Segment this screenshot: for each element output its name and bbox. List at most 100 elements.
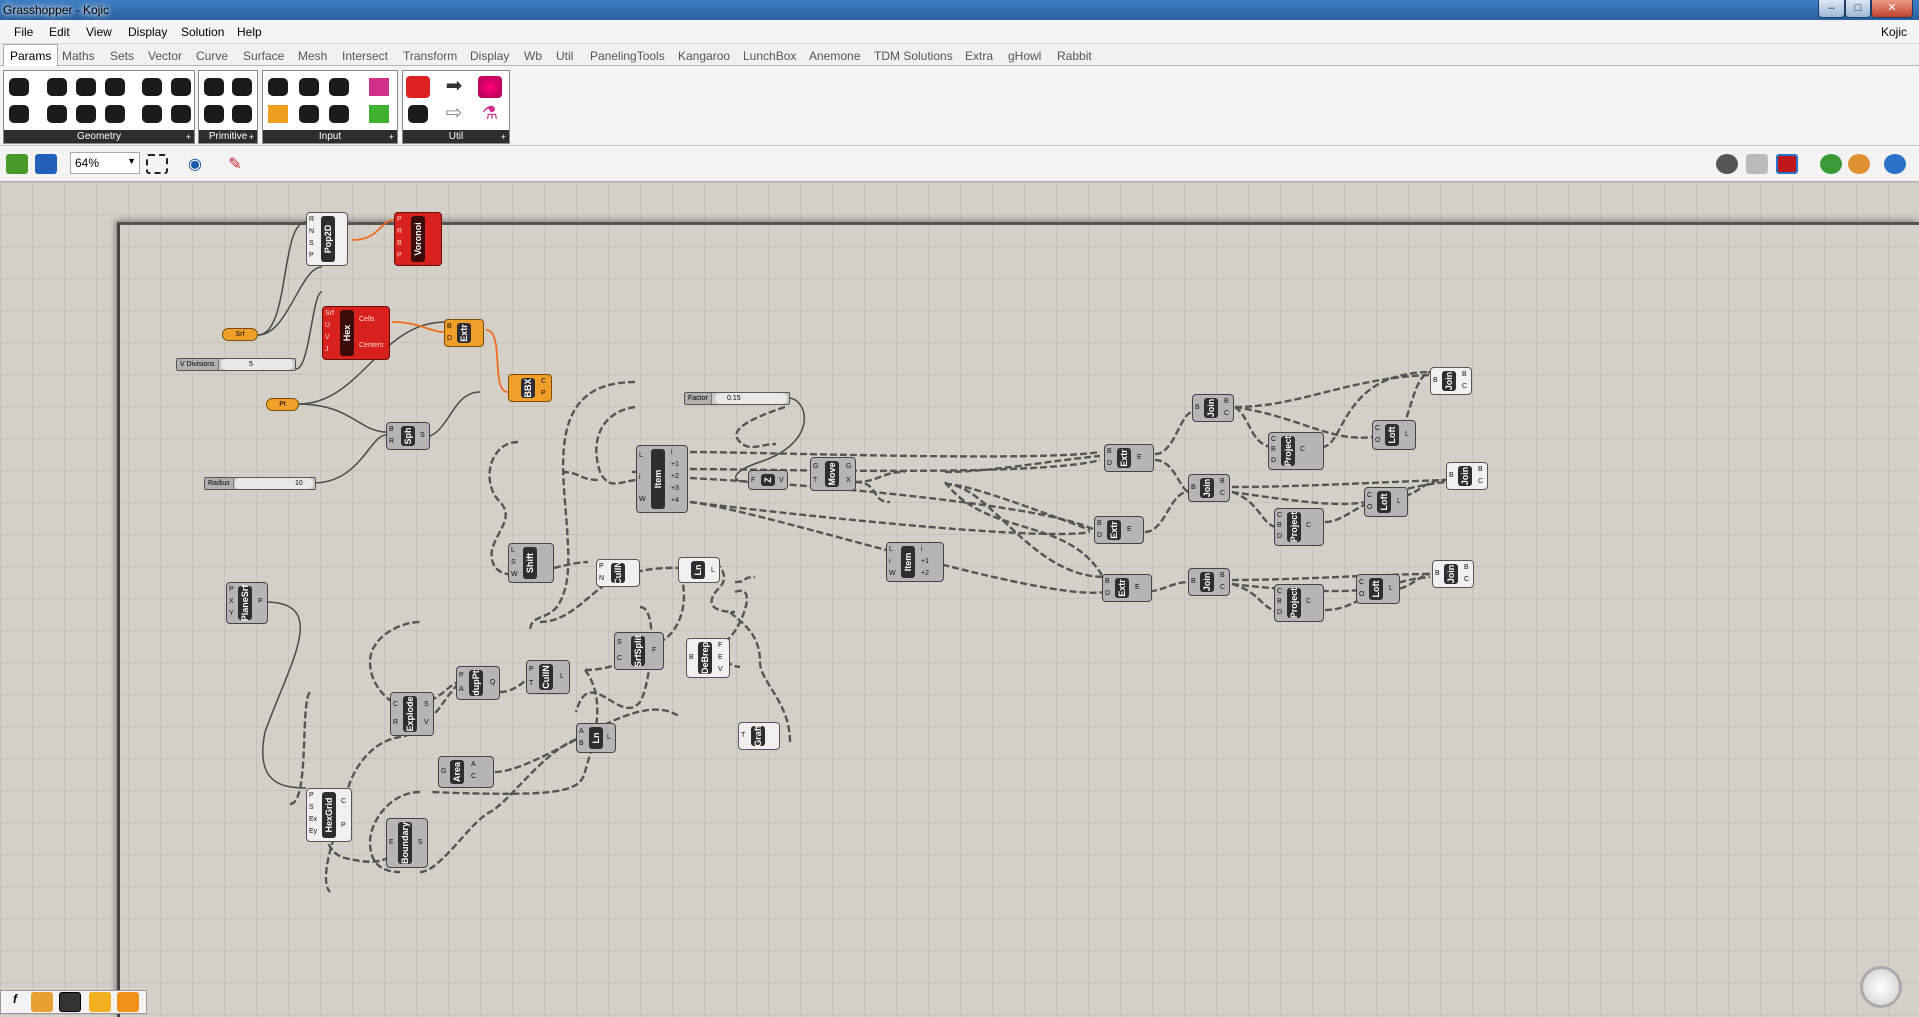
boolean-param-icon[interactable] <box>202 76 226 98</box>
extr-node[interactable]: B D Extr <box>444 319 484 347</box>
item-node[interactable]: L i W Item i +1 +2 <box>886 542 944 582</box>
sph-node[interactable]: B R Sph S <box>386 422 430 450</box>
arrow-outline-icon[interactable]: ⇨ <box>442 103 466 125</box>
open-file-icon[interactable] <box>6 154 28 174</box>
extr-node[interactable]: B D Extr E <box>1102 574 1152 602</box>
tab-wb[interactable]: Wb <box>524 49 542 63</box>
graft-node[interactable]: T Graft <box>738 722 780 750</box>
tab-panelingtools[interactable]: PanelingTools <box>590 49 665 63</box>
arrow-right-icon[interactable]: ➡ <box>442 76 466 98</box>
sketch-icon[interactable]: ✎ <box>224 154 246 174</box>
loft-node[interactable]: C O Loft L <box>1372 420 1416 450</box>
flask-icon[interactable]: ⚗ <box>478 103 502 125</box>
curve-param-icon[interactable] <box>74 76 98 98</box>
tab-surface[interactable]: Surface <box>243 49 284 63</box>
tab-extra[interactable]: Extra <box>965 49 993 63</box>
value-list-icon[interactable] <box>327 103 351 125</box>
box-param-icon[interactable] <box>169 103 193 125</box>
sphere-icon[interactable] <box>478 76 502 98</box>
tab-transform[interactable]: Transform <box>403 49 457 63</box>
pen-icon[interactable] <box>31 992 53 1012</box>
expand-icon[interactable]: + <box>186 132 191 142</box>
geometry-param-icon[interactable] <box>7 76 31 98</box>
tab-kangaroo[interactable]: Kangaroo <box>678 49 730 63</box>
v-divisions-slider[interactable]: V Divisions 5 <box>176 358 296 371</box>
menu-display[interactable]: Display <box>128 25 167 39</box>
button-icon[interactable] <box>297 103 321 125</box>
pt-param[interactable]: Pt <box>266 398 299 411</box>
minimize-button[interactable]: – <box>1818 0 1845 18</box>
join-node[interactable]: B Join B C <box>1446 462 1488 490</box>
tab-anemone[interactable]: Anemone <box>809 49 860 63</box>
join-node[interactable]: B Join B C <box>1430 367 1472 395</box>
brep-param-icon[interactable] <box>45 103 69 125</box>
tab-mesh[interactable]: Mesh <box>298 49 327 63</box>
clip-icon[interactable] <box>89 992 111 1012</box>
tab-lunchbox[interactable]: LunchBox <box>743 49 796 63</box>
slider-rail[interactable] <box>221 359 293 370</box>
wireframe-preview-icon[interactable] <box>1746 154 1768 174</box>
tab-sets[interactable]: Sets <box>110 49 134 63</box>
panel-icon[interactable] <box>297 76 321 98</box>
zoom-select[interactable]: 64% ▼ <box>70 152 140 174</box>
gradient-icon[interactable] <box>367 76 391 98</box>
tab-intersect[interactable]: Intersect <box>342 49 388 63</box>
tab-maths[interactable]: Maths <box>62 49 95 63</box>
join-node[interactable]: B Join B C <box>1192 394 1234 422</box>
item-node[interactable]: L i W Item i +1 +2 +3 +4 <box>636 445 688 513</box>
field-param-icon[interactable] <box>169 76 193 98</box>
pop2d-node[interactable]: R N S P Pop2D <box>306 212 348 266</box>
tab-params[interactable]: Params <box>3 44 59 67</box>
project-node[interactable]: C B D Project C <box>1268 432 1324 470</box>
circle-param-icon[interactable] <box>45 76 69 98</box>
download-icon[interactable] <box>59 992 81 1012</box>
toggle-icon[interactable] <box>266 76 290 98</box>
bbx-node[interactable]: BBX C P <box>508 374 552 402</box>
voronoi-node[interactable]: P R B P Voronoi <box>394 212 442 266</box>
shaded-preview-icon[interactable] <box>1776 154 1798 174</box>
navigation-compass-icon[interactable] <box>1860 966 1902 1008</box>
loft-node[interactable]: C O Loft L <box>1364 487 1408 517</box>
srfsplit-node[interactable]: S C SrfSplit F <box>614 632 664 670</box>
point-param-icon[interactable] <box>74 103 98 125</box>
z-node[interactable]: F Z V <box>748 470 788 490</box>
maximize-button[interactable]: □ <box>1845 0 1871 18</box>
tab-display[interactable]: Display <box>470 49 509 63</box>
extr-node[interactable]: B D Extr E <box>1094 516 1144 544</box>
tab-vector[interactable]: Vector <box>148 49 182 63</box>
culln-node[interactable]: P T CullN L <box>526 660 570 694</box>
surface-param-icon[interactable] <box>103 76 127 98</box>
area-node[interactable]: G Area A C <box>438 756 494 788</box>
extr-node[interactable]: B D Extr E <box>1104 444 1154 472</box>
text-param-icon[interactable] <box>230 103 254 125</box>
expand-icon[interactable]: + <box>501 132 506 142</box>
selected-only-icon[interactable] <box>1820 154 1842 174</box>
tab-ghowl[interactable]: gHowl <box>1008 49 1041 63</box>
zoom-extents-icon[interactable] <box>146 154 168 174</box>
join-node[interactable]: B Join B C <box>1188 568 1230 596</box>
planesrf-node[interactable]: P X Y PlaneSrf P <box>226 582 268 624</box>
matrix-icon[interactable] <box>367 103 391 125</box>
boundary-node[interactable]: E Boundary S <box>386 818 428 868</box>
close-button[interactable]: ✕ <box>1871 0 1913 18</box>
cherry-icon[interactable] <box>406 76 430 98</box>
save-icon[interactable] <box>35 154 57 174</box>
integer-param-icon[interactable] <box>230 76 254 98</box>
node-canvas[interactable]: R N S P Pop2D P R B P Voronoi Srf U V J … <box>0 182 1919 1017</box>
expand-icon[interactable]: + <box>249 132 254 142</box>
debrep-node[interactable]: B DeBrep F E V <box>686 638 730 678</box>
shift-node[interactable]: L S W Shift <box>508 543 554 583</box>
project-node[interactable]: C B D Project C <box>1274 508 1324 546</box>
slider-rail[interactable] <box>715 393 787 404</box>
project-node[interactable]: C B D Project C <box>1274 584 1324 622</box>
menu-view[interactable]: View <box>86 25 112 39</box>
document-preview-icon[interactable] <box>1884 154 1906 174</box>
radius-slider[interactable]: Radius 10 <box>204 477 316 490</box>
expression-icon[interactable]: f <box>4 992 26 1012</box>
hex-node[interactable]: Srf U V J Hex Cells Centers <box>322 306 390 360</box>
explode-node[interactable]: C R Explode S V <box>390 692 434 736</box>
graph-mapper-icon[interactable] <box>266 103 290 125</box>
join-node[interactable]: B Join B C <box>1432 560 1474 588</box>
duppt-node[interactable]: P A dupPt Q <box>456 666 500 700</box>
hexgrid-node[interactable]: P S Ex Ey HexGrid C P <box>306 788 352 842</box>
